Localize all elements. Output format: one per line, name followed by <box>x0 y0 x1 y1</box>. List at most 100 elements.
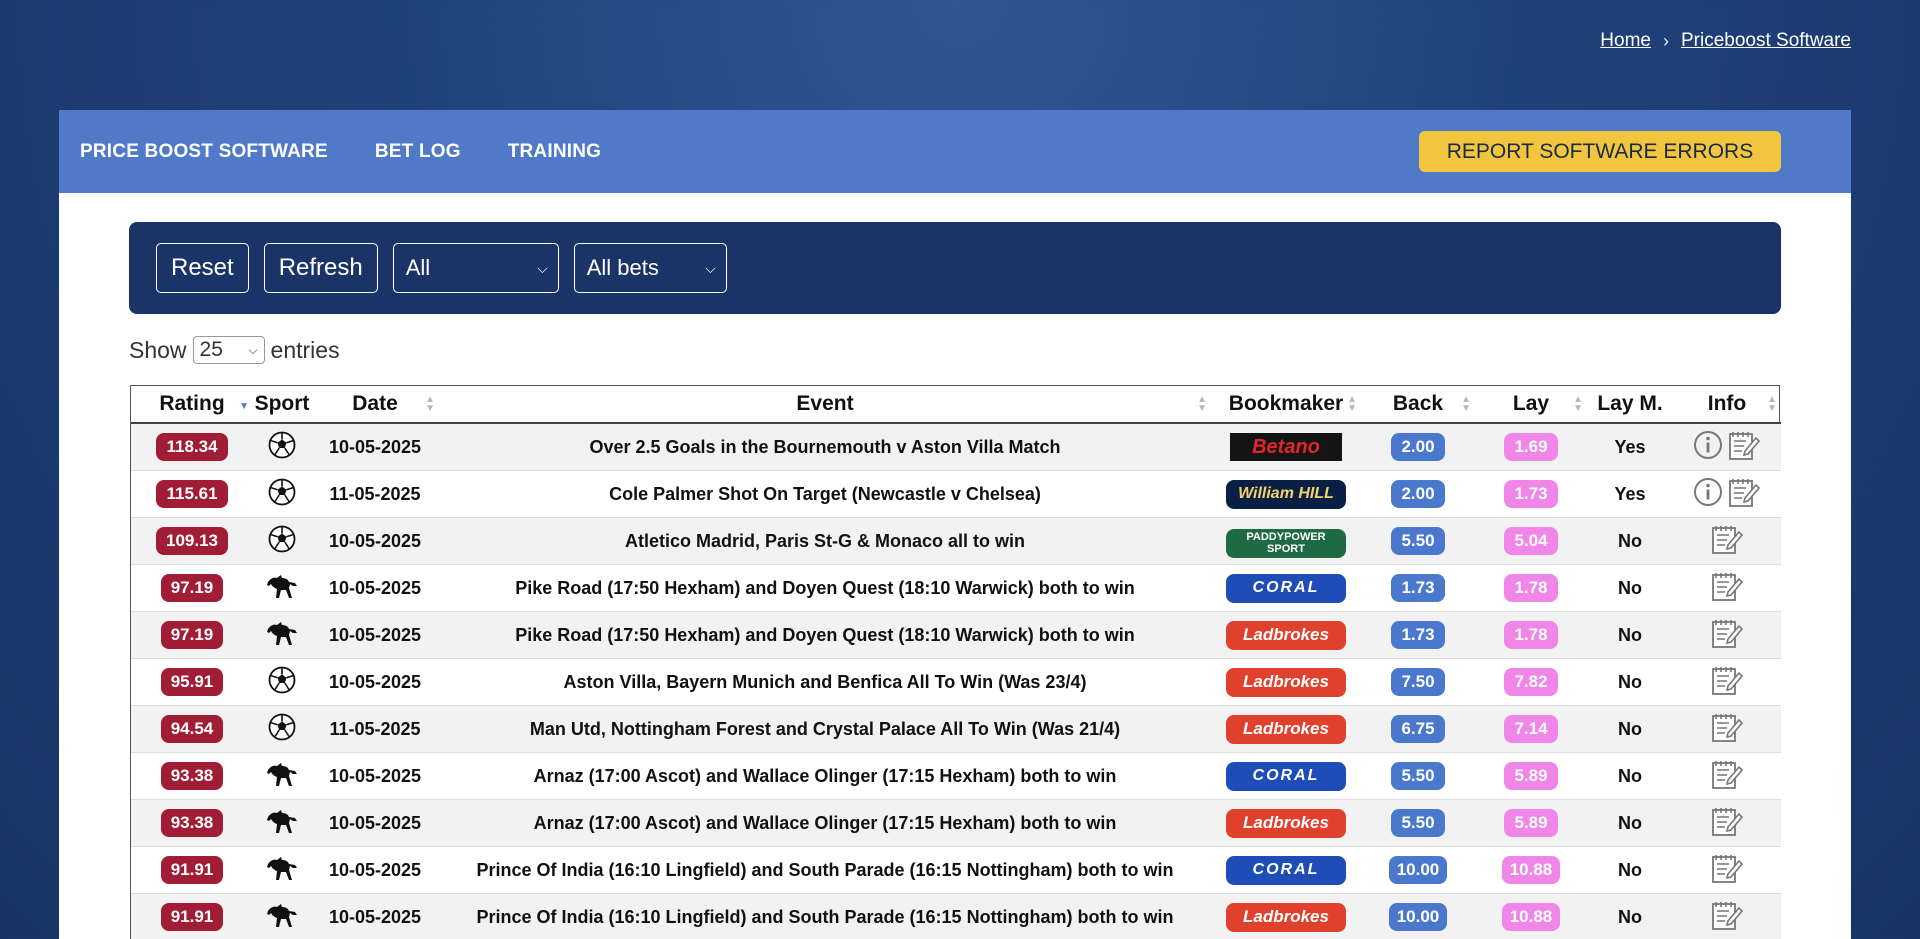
cell-lay: 1.78 <box>1475 611 1587 659</box>
cell-lay-matched: No <box>1587 893 1673 939</box>
bookmaker-logo[interactable]: Ladbrokes <box>1226 808 1346 838</box>
col-rating[interactable]: Rating ▼ <box>131 386 253 424</box>
cell-date: 10-05-2025 <box>311 799 439 847</box>
notes-icon[interactable] <box>1710 664 1744 701</box>
table-row[interactable]: 97.19 10-05-2025 Pike Road (17:50 Hexham… <box>131 611 1781 659</box>
notes-icon[interactable] <box>1710 711 1744 748</box>
cell-back: 1.73 <box>1361 564 1475 612</box>
table-row[interactable]: 118.34 10-05-2025 Over 2.5 Goals in the … <box>131 423 1781 471</box>
col-sport[interactable]: Sport <box>253 386 311 424</box>
bookmaker-logo[interactable]: William HILL <box>1226 479 1346 509</box>
lay-odds-badge: 10.88 <box>1501 856 1561 884</box>
table-row[interactable]: 93.38 10-05-2025 Arnaz (17:00 Ascot) and… <box>131 752 1781 800</box>
info-icon[interactable] <box>1693 430 1723 465</box>
bookmaker-logo[interactable]: CORAL <box>1226 761 1346 791</box>
notes-icon[interactable] <box>1727 429 1761 466</box>
cell-event: Arnaz (17:00 Ascot) and Wallace Olinger … <box>439 752 1211 800</box>
table-row[interactable]: 97.19 10-05-2025 Pike Road (17:50 Hexham… <box>131 564 1781 612</box>
back-odds-badge: 2.00 <box>1391 480 1445 508</box>
breadcrumb: Home › Priceboost Software <box>1600 30 1851 52</box>
main-panel: PRICE BOOST SOFTWARE BET LOG TRAINING RE… <box>59 110 1851 939</box>
refresh-button[interactable]: Refresh <box>263 243 378 293</box>
notes-icon[interactable] <box>1710 617 1744 654</box>
cell-lay-matched: Yes <box>1587 423 1673 471</box>
cell-info <box>1673 893 1781 939</box>
col-back[interactable]: Back ▲ ▼ <box>1361 386 1475 424</box>
table-row[interactable]: 91.91 10-05-2025 Prince Of India (16:10 … <box>131 893 1781 939</box>
cell-event: Prince Of India (16:10 Lingfield) and So… <box>439 893 1211 939</box>
col-date[interactable]: Date ▲ ▼ <box>311 386 439 424</box>
cell-date: 10-05-2025 <box>311 658 439 706</box>
cell-bookmaker: Ladbrokes <box>1211 799 1361 847</box>
cell-back: 2.00 <box>1361 470 1475 518</box>
bookmaker-logo[interactable]: PADDYPOWER SPORT <box>1226 528 1346 558</box>
bookmaker-logo[interactable]: CORAL <box>1226 855 1346 885</box>
bookmaker-logo[interactable]: CORAL <box>1226 573 1346 603</box>
notes-icon[interactable] <box>1710 852 1744 889</box>
back-odds-badge: 1.73 <box>1391 621 1445 649</box>
notes-icon[interactable] <box>1727 476 1761 513</box>
nav-price-boost-software[interactable]: PRICE BOOST SOFTWARE <box>80 141 328 163</box>
bookmaker-logo[interactable]: Ladbrokes <box>1226 714 1346 744</box>
bookmaker-logo[interactable]: Ladbrokes <box>1226 902 1346 932</box>
lay-odds-badge: 5.89 <box>1504 809 1558 837</box>
reset-button[interactable]: Reset <box>156 243 249 293</box>
bets-table: Rating ▼ Sport Date ▲ ▼ Event ▲ ▼ Bookmaker ▲ ▼… <box>130 385 1781 939</box>
nav-training[interactable]: TRAINING <box>508 141 601 163</box>
cell-back: 2.00 <box>1361 423 1475 471</box>
col-event[interactable]: Event ▲ ▼ <box>439 386 1211 424</box>
cell-date: 10-05-2025 <box>311 752 439 800</box>
cell-sport <box>253 564 311 612</box>
rating-badge: 93.38 <box>160 809 224 837</box>
notes-icon[interactable] <box>1710 523 1744 560</box>
table-row[interactable]: 91.91 10-05-2025 Prince Of India (16:10 … <box>131 846 1781 894</box>
top-navbar: PRICE BOOST SOFTWARE BET LOG TRAINING RE… <box>59 110 1851 193</box>
col-lay[interactable]: Lay ▲ ▼ <box>1475 386 1587 424</box>
table-row[interactable]: 93.38 10-05-2025 Arnaz (17:00 Ascot) and… <box>131 799 1781 847</box>
lay-odds-badge: 7.14 <box>1504 715 1558 743</box>
cell-info <box>1673 517 1781 565</box>
breadcrumb-current-link[interactable]: Priceboost Software <box>1681 30 1851 52</box>
bet-filter-select[interactable]: All bets ⌵ <box>573 243 727 293</box>
bookmaker-logo[interactable]: Betano <box>1230 433 1342 461</box>
cell-date: 10-05-2025 <box>311 423 439 471</box>
rating-badge: 95.91 <box>160 668 224 696</box>
notes-icon[interactable] <box>1710 805 1744 842</box>
notes-icon[interactable] <box>1710 899 1744 936</box>
bookmaker-logo[interactable]: Ladbrokes <box>1226 620 1346 650</box>
cell-date: 10-05-2025 <box>311 611 439 659</box>
info-icon[interactable] <box>1693 477 1723 512</box>
notes-icon[interactable] <box>1710 758 1744 795</box>
football-icon <box>268 525 296 558</box>
cell-lay-matched: Yes <box>1587 470 1673 518</box>
table-row[interactable]: 115.61 11-05-2025 Cole Palmer Shot On Ta… <box>131 470 1781 518</box>
cell-rating: 93.38 <box>131 799 253 847</box>
nav-bet-log[interactable]: BET LOG <box>375 141 461 163</box>
cell-event: Prince Of India (16:10 Lingfield) and So… <box>439 846 1211 894</box>
back-odds-badge: 5.50 <box>1391 527 1445 555</box>
col-bookmaker[interactable]: Bookmaker ▲ ▼ <box>1211 386 1361 424</box>
cell-lay-matched: No <box>1587 611 1673 659</box>
cell-bookmaker: William HILL <box>1211 470 1361 518</box>
col-lay-matched[interactable]: Lay M. <box>1587 386 1673 424</box>
bet-filter-value: All bets <box>586 255 659 280</box>
report-software-errors-button[interactable]: REPORT SOFTWARE ERRORS <box>1419 131 1781 172</box>
cell-back: 1.73 <box>1361 611 1475 659</box>
bookmaker-logo[interactable]: Ladbrokes <box>1226 667 1346 697</box>
table-row[interactable]: 95.91 10-05-2025 Aston Villa, Bayern Mun… <box>131 658 1781 706</box>
entries-per-page-select[interactable]: 25 ⌵ <box>192 336 265 364</box>
show-entries-suffix: entries <box>270 336 340 363</box>
cell-lay-matched: No <box>1587 752 1673 800</box>
notes-icon[interactable] <box>1710 570 1744 607</box>
cell-sport <box>253 893 311 939</box>
cell-sport <box>253 658 311 706</box>
col-info[interactable]: Info ▲ ▼ <box>1673 386 1781 424</box>
table-row[interactable]: 109.13 10-05-2025 Atletico Madrid, Paris… <box>131 517 1781 565</box>
cell-back: 5.50 <box>1361 799 1475 847</box>
sport-filter-select[interactable]: All ⌵ <box>392 243 559 293</box>
cell-rating: 115.61 <box>131 470 253 518</box>
breadcrumb-home-link[interactable]: Home <box>1600 30 1651 52</box>
table-row[interactable]: 94.54 11-05-2025 Man Utd, Nottingham For… <box>131 705 1781 753</box>
back-odds-badge: 1.73 <box>1391 574 1445 602</box>
cell-event: Pike Road (17:50 Hexham) and Doyen Quest… <box>439 611 1211 659</box>
